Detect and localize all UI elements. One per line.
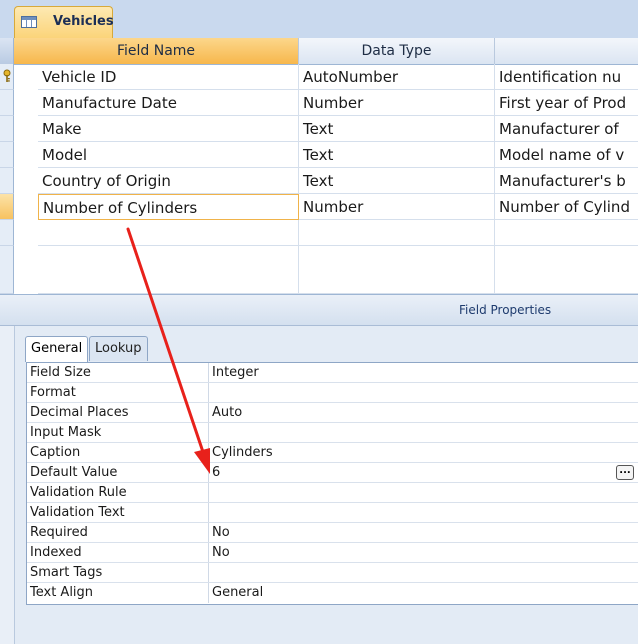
divider (208, 383, 209, 402)
row-selector[interactable] (0, 246, 14, 294)
row-selector[interactable] (0, 64, 14, 90)
data-type-cell[interactable]: Text (299, 116, 495, 142)
property-name: Text Align (30, 585, 94, 600)
property-row-default-value[interactable]: Default Value 6 ... (27, 463, 638, 483)
divider (208, 403, 209, 422)
data-type-cell[interactable]: Number (299, 194, 495, 220)
description-cell[interactable]: Manufacturer's b (495, 168, 638, 194)
divider (208, 563, 209, 582)
tab-label: Vehicles (53, 14, 114, 29)
tab-general[interactable]: General (25, 336, 89, 362)
empty-data-type-cell[interactable] (299, 246, 495, 294)
property-name: Validation Text (30, 505, 125, 520)
property-name: Validation Rule (30, 485, 127, 500)
empty-data-type-cell[interactable] (299, 220, 495, 246)
property-row[interactable]: Indexed No (27, 543, 638, 563)
property-name: Smart Tags (30, 565, 103, 580)
empty-field-name-cell[interactable] (38, 246, 299, 294)
property-value[interactable]: Cylinders (212, 443, 273, 462)
field-name-cell[interactable]: Vehicle ID (38, 64, 299, 90)
field-name-cell[interactable]: Make (38, 116, 299, 142)
field-properties-title: Field Properties (459, 303, 552, 317)
divider (208, 423, 209, 442)
property-name: Format (30, 385, 76, 400)
property-value[interactable]: 6 (212, 463, 220, 482)
property-name: Indexed (30, 545, 82, 560)
property-row[interactable]: Decimal Places Auto (27, 403, 638, 423)
property-name: Decimal Places (30, 405, 129, 420)
description-cell[interactable]: Identification nu (495, 64, 638, 90)
divider (208, 523, 209, 542)
property-row[interactable]: Format (27, 383, 638, 403)
property-row[interactable]: Validation Text (27, 503, 638, 523)
divider (208, 543, 209, 562)
field-design-grid: Field Name Data Type Vehicle ID AutoNumb… (0, 38, 638, 295)
column-header-field-name[interactable]: Field Name (14, 38, 299, 64)
field-name-cell[interactable]: Model (38, 142, 299, 168)
property-row[interactable]: Input Mask (27, 423, 638, 443)
divider (208, 363, 209, 382)
property-value[interactable]: General (212, 583, 263, 602)
property-name: Caption (30, 445, 81, 460)
pane-left-strip (0, 326, 15, 644)
table-icon (21, 16, 37, 28)
property-row[interactable]: Caption Cylinders (27, 443, 638, 463)
select-all-corner[interactable] (0, 38, 14, 64)
property-name: Default Value (30, 465, 118, 480)
divider (208, 503, 209, 522)
property-value[interactable]: Integer (212, 363, 259, 382)
tab-lookup[interactable]: Lookup (89, 336, 148, 361)
property-row[interactable]: Smart Tags (27, 563, 638, 583)
divider (208, 463, 209, 482)
property-row[interactable]: Validation Rule (27, 483, 638, 503)
description-cell[interactable]: Model name of v (495, 142, 638, 168)
description-cell[interactable]: Number of Cylind (495, 194, 638, 220)
row-selector[interactable] (0, 90, 14, 116)
vehicles-table-tab[interactable]: Vehicles (14, 6, 114, 38)
data-type-cell[interactable]: AutoNumber (299, 64, 495, 90)
property-name: Input Mask (30, 425, 102, 440)
empty-description-cell[interactable] (495, 220, 638, 246)
grid-header: Field Name Data Type (0, 38, 638, 65)
primary-key-icon (3, 69, 11, 82)
divider (208, 443, 209, 462)
field-properties-pane: General Lookup Field Size Integer Format… (0, 326, 638, 644)
expression-builder-button[interactable]: ... (616, 465, 634, 480)
field-name-cell[interactable]: Manufacture Date (38, 90, 299, 116)
data-type-cell[interactable]: Text (299, 168, 495, 194)
row-selector-current[interactable] (0, 194, 14, 220)
property-name: Required (30, 525, 88, 540)
row-selector[interactable] (0, 142, 14, 168)
row-selector[interactable] (0, 168, 14, 194)
description-cell[interactable]: Manufacturer of (495, 116, 638, 142)
property-row[interactable]: Field Size Integer (27, 363, 638, 383)
property-row[interactable]: Required No (27, 523, 638, 543)
empty-field-name-cell[interactable] (38, 220, 299, 246)
property-name: Field Size (30, 365, 91, 380)
field-name-cell[interactable]: Country of Origin (38, 168, 299, 194)
data-type-cell[interactable]: Text (299, 142, 495, 168)
property-value[interactable]: No (212, 523, 230, 542)
empty-description-cell[interactable] (495, 246, 638, 294)
column-header-description[interactable] (495, 38, 638, 64)
description-cell[interactable]: First year of Prod (495, 90, 638, 116)
property-sheet: Field Size Integer Format Decimal Places… (26, 362, 638, 605)
field-properties-bar: Field Properties (0, 295, 638, 326)
property-row[interactable]: Text Align General (27, 583, 638, 603)
property-value[interactable]: No (212, 543, 230, 562)
data-type-cell[interactable]: Number (299, 90, 495, 116)
row-selector[interactable] (0, 116, 14, 142)
column-header-data-type[interactable]: Data Type (299, 38, 495, 64)
field-name-cell-current[interactable]: Number of Cylinders (38, 194, 299, 220)
document-tab-bar: Vehicles (0, 0, 638, 39)
divider (208, 583, 209, 603)
divider (208, 483, 209, 502)
row-selector[interactable] (0, 220, 14, 246)
property-value[interactable]: Auto (212, 403, 242, 422)
